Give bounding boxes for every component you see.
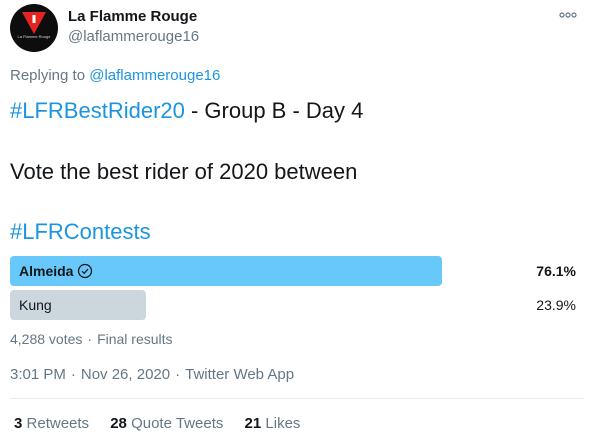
quote-tweets-count: 28: [110, 415, 127, 432]
poll-option-label: Kung: [19, 297, 52, 313]
separator: ·: [175, 366, 181, 383]
quote-tweets-stat[interactable]: 28 Quote Tweets: [110, 415, 223, 432]
retweets-stat[interactable]: 3 Retweets: [14, 415, 89, 432]
tweet-card: La Flamme Rouge La Flamme Rouge @laflamm…: [0, 0, 594, 439]
tweet-text-line-3: #LFRContests: [10, 219, 151, 245]
poll-option-label: Almeida: [19, 263, 93, 279]
poll-meta: 4,288 votes · Final results: [10, 331, 173, 347]
tweet-text-line-1: #LFRBestRider20 - Group B - Day 4: [10, 98, 363, 124]
replying-prefix: Replying to: [10, 67, 86, 84]
poll-option: Almeida 76.1%: [10, 256, 584, 286]
poll-option: Kung 23.9%: [10, 290, 584, 320]
check-circle-icon: [78, 263, 93, 279]
replying-to: Replying to @laflammerouge16: [10, 67, 220, 84]
timestamp-time[interactable]: 3:01 PM: [10, 366, 66, 383]
poll-status: Final results: [97, 331, 173, 347]
likes-count: 21: [244, 415, 262, 432]
retweets-count: 3: [14, 415, 23, 432]
replying-handle-link[interactable]: @laflammerouge16: [89, 67, 220, 84]
author-handle[interactable]: @laflammerouge16: [68, 28, 199, 45]
flag-logo-icon: [22, 12, 46, 34]
separator: ·: [70, 366, 76, 383]
tweet-timestamp: 3:01 PM · Nov 26, 2020 · Twitter Web App: [10, 366, 294, 383]
avatar-text: La Flamme Rouge: [17, 34, 51, 39]
poll-option-percent: 76.1%: [536, 263, 576, 279]
hashtag-link[interactable]: #LFRContests: [10, 219, 151, 244]
tweet-source[interactable]: Twitter Web App: [185, 366, 294, 383]
retweets-label: Retweets: [26, 415, 90, 432]
more-options-icon[interactable]: [558, 10, 578, 20]
tweet-stats: 3 Retweets 28 Quote Tweets 21 Likes: [14, 415, 317, 432]
hashtag-link[interactable]: #LFRBestRider20: [10, 98, 185, 123]
avatar[interactable]: La Flamme Rouge: [10, 4, 58, 52]
likes-stat[interactable]: 21 Likes: [245, 415, 301, 432]
tweet-text: - Group B - Day 4: [184, 98, 364, 123]
poll-option-percent: 23.9%: [536, 297, 576, 313]
separator: ·: [87, 331, 93, 347]
poll-votes: 4,288 votes: [10, 331, 83, 347]
quote-tweets-label: Quote Tweets: [131, 415, 224, 432]
likes-label: Likes: [265, 415, 301, 432]
tweet-text-line-2: Vote the best rider of 2020 between: [10, 159, 358, 184]
timestamp-date[interactable]: Nov 26, 2020: [81, 366, 170, 383]
divider: [10, 398, 584, 399]
author-display-name[interactable]: La Flamme Rouge: [68, 8, 197, 25]
